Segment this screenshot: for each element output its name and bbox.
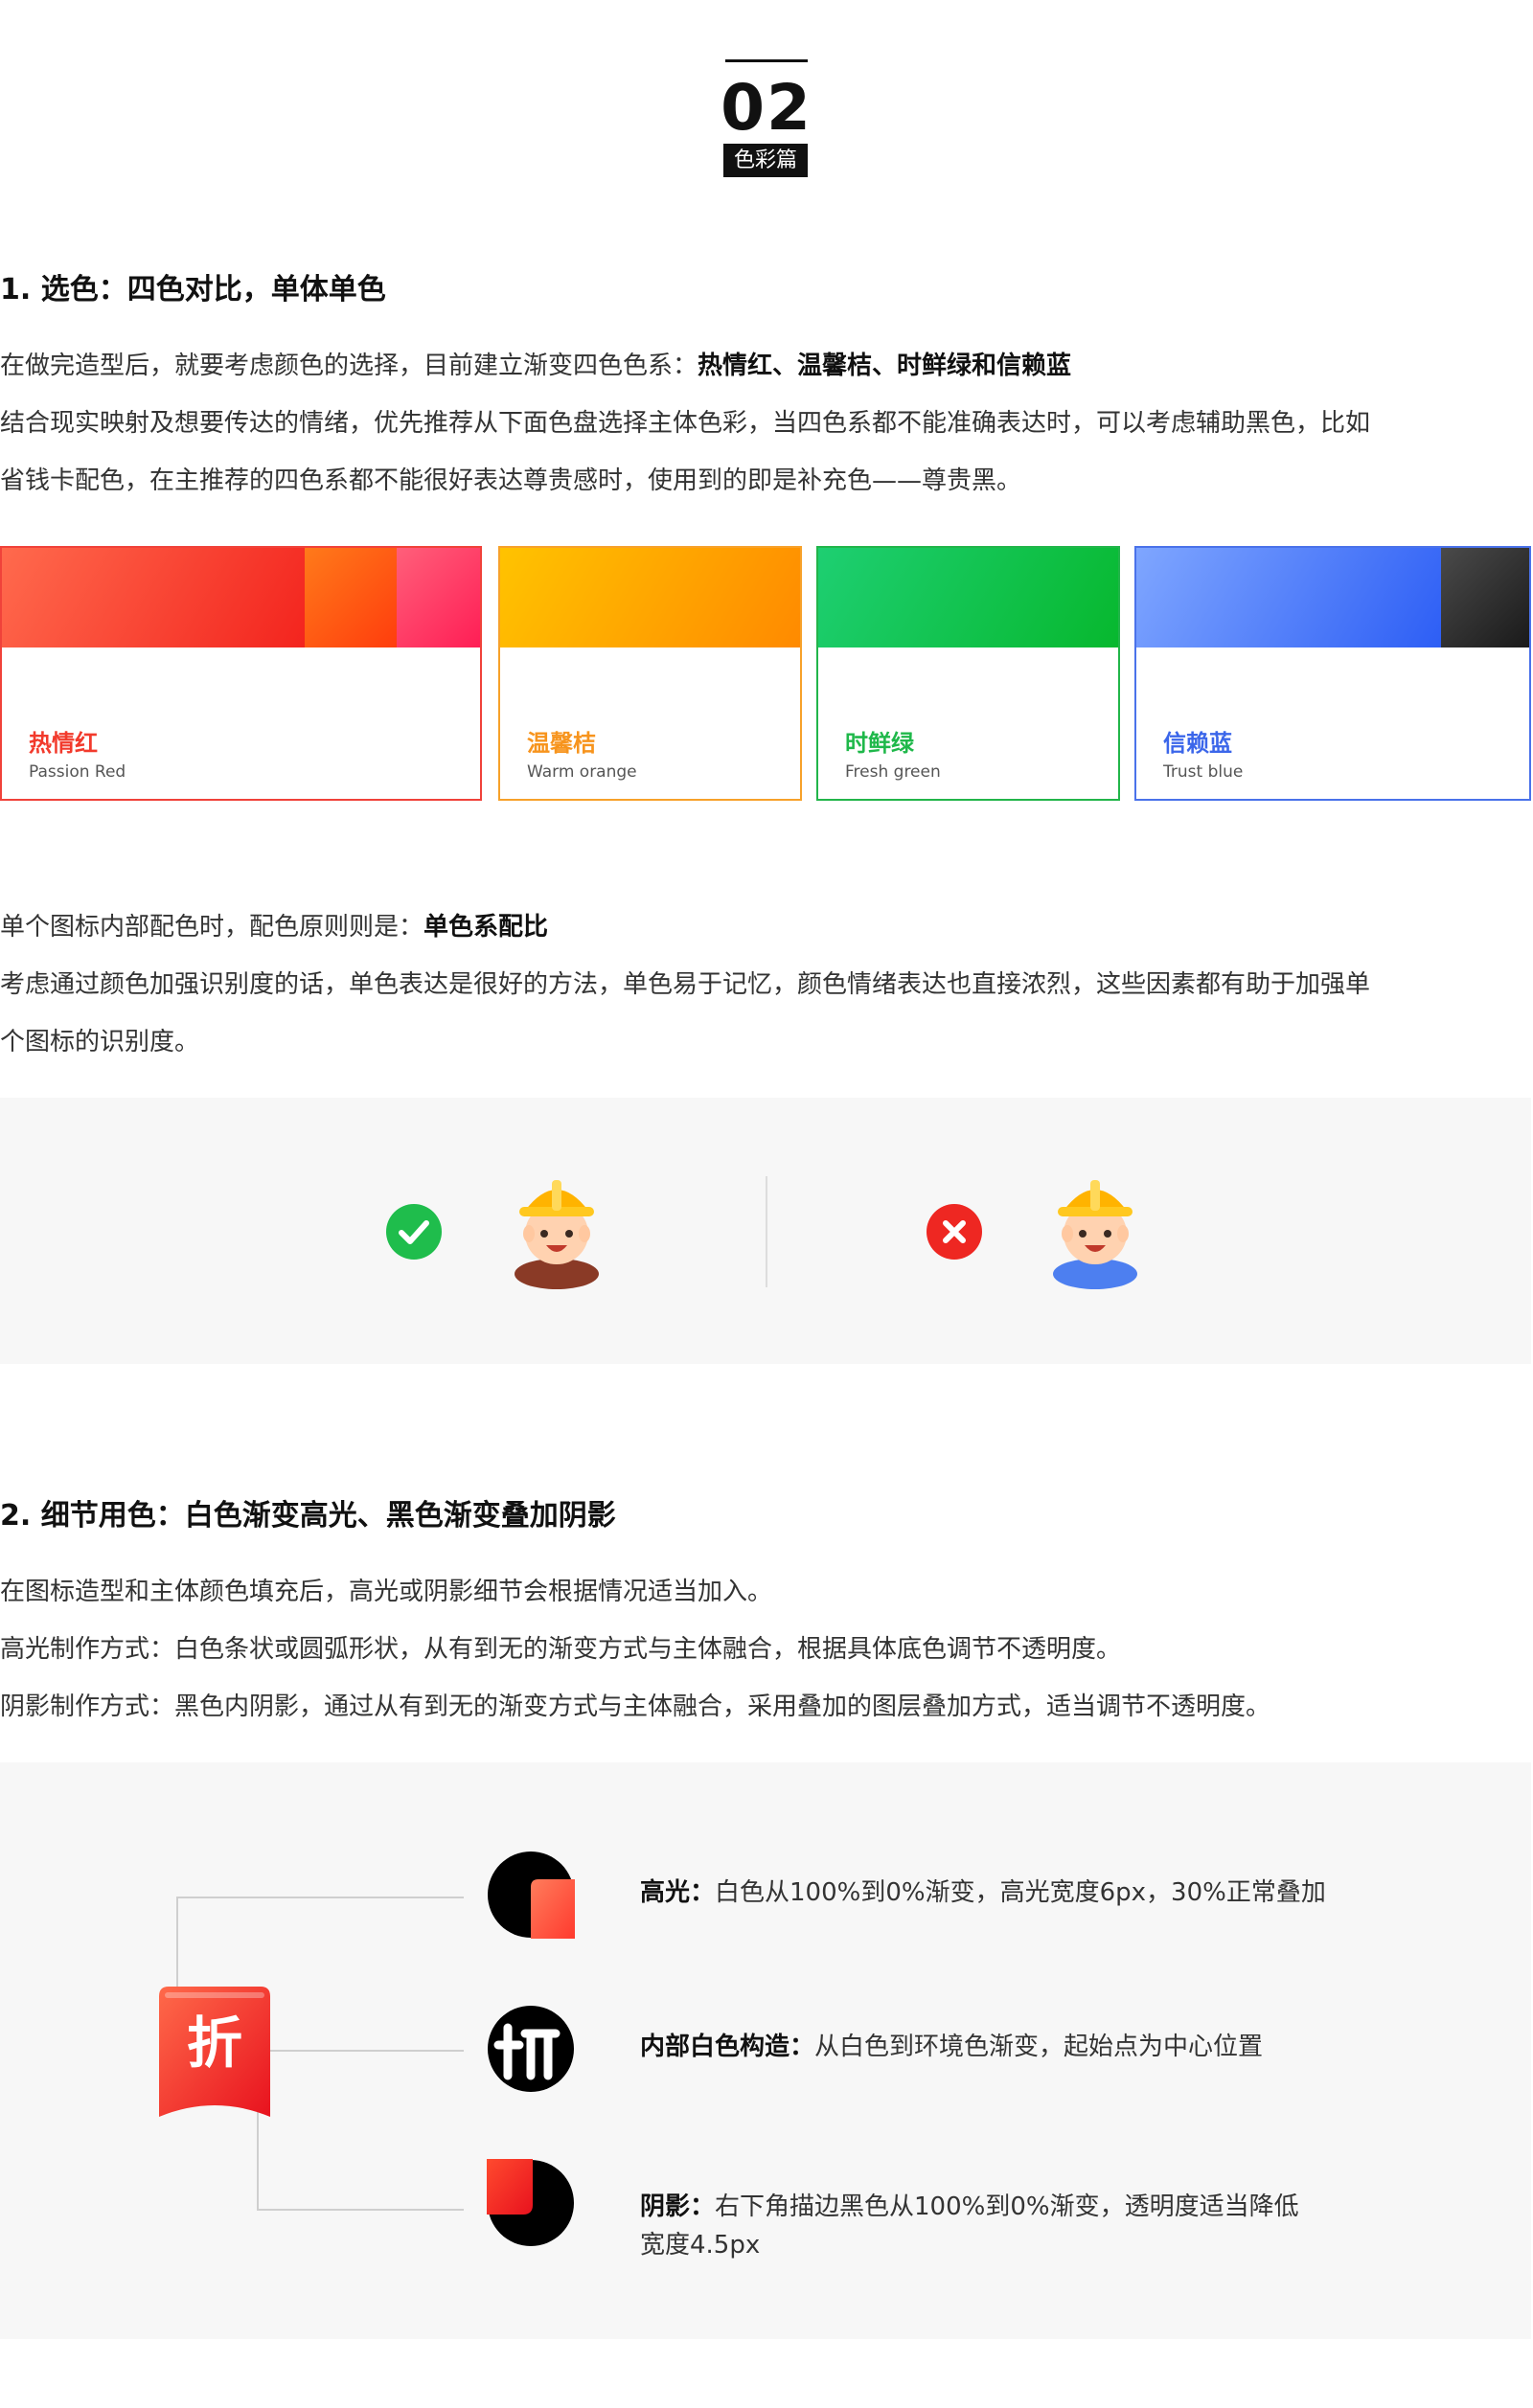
section-1-line2: 结合现实映射及想要传达的情绪，优先推荐从下面色盘选择主体色彩，当四色系都不能准确… (0, 409, 1371, 438)
section-1-line3: 省钱卡配色，在主推荐的四色系都不能很好表达尊贵感时，使用到的即是补充色——尊贵黑… (0, 466, 1022, 495)
green-main-swatch (818, 548, 1118, 647)
inner-white-detail-icon (488, 2006, 574, 2092)
red-main-swatch (2, 548, 305, 647)
section-1-title: 1. 选色：四色对比，单体单色 (0, 273, 386, 307)
card-cn-name: 热情红 (29, 730, 98, 757)
blue-swatches (1136, 548, 1529, 647)
check-icon (386, 1204, 442, 1260)
detail-inner-white-text: 内部白色构造：从白色到环境色渐变，起始点为中心位置 (640, 2033, 1264, 2061)
worker-avatar-bad-icon (1053, 1180, 1137, 1289)
card-en-name: Passion Red (29, 762, 126, 782)
color-card-green: 时鲜绿 Fresh green (816, 546, 1120, 801)
red-secondary-swatch (305, 548, 397, 647)
demo-divider (766, 1176, 767, 1287)
chapter-number: 02 (721, 71, 812, 145)
black-swatch (1441, 548, 1529, 647)
card-cn-name: 信赖蓝 (1163, 730, 1232, 757)
mono-rule: 单个图标内部配色时，配色原则则是：单色系配比 (0, 913, 549, 942)
detail-shadow-text: 阴影：右下角描边黑色从100%到0%渐变，透明度适当降低 (640, 2192, 1299, 2221)
mono-line3: 个图标的识别度。 (0, 1028, 200, 1056)
color-card-orange: 温馨桔 Warm orange (498, 546, 802, 801)
connector-bottom-horizontal (257, 2209, 464, 2211)
highlight-detail-icon (488, 1851, 575, 1939)
mono-rule-bold: 单色系配比 (423, 913, 549, 942)
detail-shadow-width: 宽度4.5px (640, 2231, 761, 2260)
cross-icon (927, 1204, 982, 1260)
four-color-names: 热情红、温馨桔、时鲜绿和信赖蓝 (698, 352, 1072, 380)
green-swatch (818, 548, 1118, 647)
section-2-line3: 阴影制作方式：黑色内阴影，通过从有到无的渐变方式与主体融合，采用叠加的图层叠加方… (0, 1692, 1271, 1721)
section-1-intro: 在做完造型后，就要考虑颜色的选择，目前建立渐变四色色系：热情红、温馨桔、时鲜绿和… (0, 352, 1072, 380)
bookmark-char: 折 (186, 2010, 242, 2076)
mono-line2: 考虑通过颜色加强识别度的话，单色表达是很好的方法，单色易于记忆，颜色情绪表达也直… (0, 970, 1371, 999)
connector-top-horizontal (176, 1897, 464, 1898)
header-rule (725, 59, 808, 62)
section-2-title: 2. 细节用色：白色渐变高光、黑色渐变叠加阴影 (0, 1499, 616, 1533)
card-en-name: Fresh green (845, 762, 941, 782)
blue-main-swatch (1136, 548, 1441, 647)
card-en-name: Warm orange (527, 762, 637, 782)
color-card-red: 热情红 Passion Red (0, 546, 482, 801)
color-card-blue: 信赖蓝 Trust blue (1134, 546, 1531, 801)
card-cn-name: 时鲜绿 (845, 730, 914, 757)
orange-main-swatch (500, 548, 800, 647)
red-swatches (2, 548, 480, 647)
section-2-line2: 高光制作方式：白色条状或圆弧形状，从有到无的渐变方式与主体融合，根据具体底色调节… (0, 1635, 1122, 1664)
discount-bookmark-icon: 折 (159, 1987, 270, 2117)
card-en-name: Trust blue (1163, 762, 1244, 782)
card-cn-name: 温馨桔 (527, 730, 596, 757)
chapter-tag: 色彩篇 (723, 144, 808, 177)
shadow-detail-icon (487, 2159, 574, 2246)
detail-highlight-text: 高光：白色从100%到0%渐变，高光宽度6px，30%正常叠加 (640, 1878, 1326, 1907)
worker-avatar-good-icon (515, 1180, 599, 1289)
orange-swatch (500, 548, 800, 647)
connector-top-vertical (176, 1897, 178, 1987)
section-2-line1: 在图标造型和主体颜色填充后，高光或阴影细节会根据情况适当加入。 (0, 1578, 773, 1606)
connector-bottom-vertical (257, 2107, 259, 2209)
red-accent-swatch (397, 548, 480, 647)
